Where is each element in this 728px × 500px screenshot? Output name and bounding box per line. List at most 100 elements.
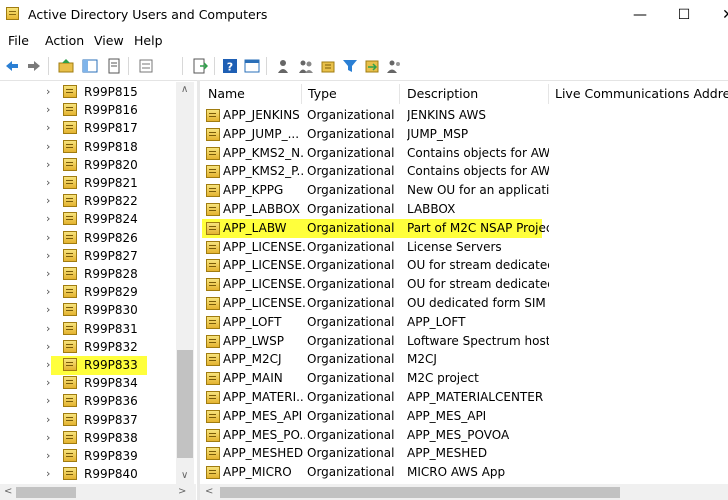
tree-item[interactable]: › R99P832: [0, 338, 180, 356]
column-header-live-communications-address[interactable]: Live Communications Address: [555, 86, 728, 101]
tree-item[interactable]: › R99P816: [0, 101, 180, 119]
expand-chevron-icon[interactable]: ›: [46, 121, 50, 134]
list-view-icon[interactable]: [138, 58, 154, 74]
filter-icon[interactable]: [342, 58, 358, 74]
expand-chevron-icon[interactable]: ›: [46, 431, 50, 444]
list-hscroll-thumb[interactable]: [220, 487, 620, 498]
tree-item[interactable]: › R99P815: [0, 83, 180, 101]
expand-chevron-icon[interactable]: ›: [46, 158, 50, 171]
tree-item[interactable]: › R99P838: [0, 429, 180, 447]
expand-chevron-icon[interactable]: ›: [46, 103, 50, 116]
add-to-group-icon[interactable]: [364, 58, 380, 74]
menu-file[interactable]: File: [8, 33, 29, 48]
tree-item[interactable]: › R99P831: [0, 320, 180, 338]
expand-chevron-icon[interactable]: ›: [46, 322, 50, 335]
tree-item[interactable]: › R99P828: [0, 265, 180, 283]
tree-item[interactable]: › R99P830: [0, 301, 180, 319]
tree-vertical-scrollbar[interactable]: ∧ ∨: [176, 82, 194, 484]
list-row[interactable]: APP_LOFT Organizational ... APP_LOFT: [200, 313, 728, 332]
close-button[interactable]: ✕: [708, 2, 728, 28]
list-row[interactable]: APP_KMS2_N...Organizational ... Contains …: [200, 144, 728, 163]
tree-item[interactable]: › R99P820: [0, 156, 180, 174]
expand-chevron-icon[interactable]: ›: [46, 394, 50, 407]
column-header-name[interactable]: Name: [208, 86, 245, 101]
list-row[interactable]: APP_LWSP Organizational ... Loftware Spect…: [200, 332, 728, 351]
tree-scroll-thumb[interactable]: [177, 350, 193, 458]
add-group-icon[interactable]: [298, 58, 314, 74]
expand-chevron-icon[interactable]: ›: [46, 340, 50, 353]
column-divider[interactable]: [399, 84, 400, 104]
back-icon[interactable]: [4, 58, 20, 74]
tree-item[interactable]: › R99P821: [0, 174, 180, 192]
list-row[interactable]: APP_LICENSE...Organizational ... OU dedic…: [200, 294, 728, 313]
tree-item[interactable]: › R99P818: [0, 138, 180, 156]
tree-item[interactable]: › R99P836: [0, 392, 180, 410]
delegate-control-icon[interactable]: [386, 58, 402, 74]
tree-item[interactable]: › R99P817: [0, 119, 180, 137]
expand-chevron-icon[interactable]: ›: [46, 467, 50, 480]
properties-icon[interactable]: [106, 58, 122, 74]
list-row[interactable]: APP_LABBOX Organizational ... LABBOX: [200, 200, 728, 219]
tree-item[interactable]: › R99P824: [0, 210, 180, 228]
list-row[interactable]: APP_MATERI...Organizational ... APP_MATER…: [200, 388, 728, 407]
menu-view[interactable]: View: [94, 33, 124, 48]
tree-hscroll-thumb[interactable]: [16, 487, 76, 498]
list-row[interactable]: APP_MESHEDOrganizational ...APP_MESHED: [200, 444, 728, 463]
list-row[interactable]: APP_JUMP_... Organizational ... JUMP_MSP: [200, 125, 728, 144]
export-list-icon[interactable]: [192, 58, 208, 74]
add-user-icon[interactable]: [276, 58, 292, 74]
scroll-right-icon[interactable]: >: [178, 486, 186, 497]
list-row[interactable]: APP_MES_API Organizational ... APP_MES_API: [200, 407, 728, 426]
menu-help[interactable]: Help: [134, 33, 163, 48]
scroll-left-icon[interactable]: <: [4, 486, 12, 497]
list-horizontal-scrollbar[interactable]: <: [200, 484, 728, 500]
list-row[interactable]: APP_MES_PO...Organizational ... APP_MES_P…: [200, 426, 728, 445]
expand-chevron-icon[interactable]: ›: [46, 212, 50, 225]
expand-chevron-icon[interactable]: ›: [46, 231, 50, 244]
list-row[interactable]: APP_M2CJ Organizational ... M2CJ: [200, 350, 728, 369]
list-row[interactable]: APP_KMS2_P...Organizational ... Contains …: [200, 162, 728, 181]
tree-item[interactable]: › R99P829: [0, 283, 180, 301]
list-row[interactable]: APP_MAIN Organizational ... M2C project: [200, 369, 728, 388]
show-hide-console-tree-icon[interactable]: [82, 58, 98, 74]
expand-chevron-icon[interactable]: ›: [46, 194, 50, 207]
list-row[interactable]: APP_LICENSE...Organizational ... OU for s…: [200, 256, 728, 275]
tree-item[interactable]: › R99P834: [0, 374, 180, 392]
up-folder-icon[interactable]: [58, 58, 74, 74]
list-row[interactable]: APP_LICENSE...Organizational ... License …: [200, 238, 728, 257]
tree-item[interactable]: › R99P833: [0, 356, 180, 375]
expand-chevron-icon[interactable]: ›: [46, 267, 50, 280]
help-icon[interactable]: ?: [222, 58, 238, 74]
column-header-description[interactable]: Description: [407, 86, 478, 101]
expand-chevron-icon[interactable]: ›: [46, 176, 50, 189]
expand-chevron-icon[interactable]: ›: [46, 285, 50, 298]
tree-item[interactable]: › R99P826: [0, 229, 180, 247]
list-row[interactable]: APP_MICRO Organizational ... MICRO AWS App: [200, 463, 728, 482]
tree-item[interactable]: › R99P822: [0, 192, 180, 210]
forward-icon[interactable]: [26, 58, 42, 74]
tree-item[interactable]: › R99P840: [0, 465, 180, 483]
list-row[interactable]: APP_LABW Organizational ... Part of M2C NS…: [200, 218, 728, 238]
scroll-up-icon[interactable]: ∧: [181, 84, 188, 95]
expand-chevron-icon[interactable]: ›: [46, 358, 50, 371]
expand-chevron-icon[interactable]: ›: [46, 303, 50, 316]
console-icon[interactable]: [244, 58, 260, 74]
expand-chevron-icon[interactable]: ›: [46, 249, 50, 262]
expand-chevron-icon[interactable]: ›: [46, 449, 50, 462]
tree-item[interactable]: › R99P827: [0, 247, 180, 265]
column-header-type[interactable]: Type: [308, 86, 337, 101]
scroll-down-icon[interactable]: ∨: [181, 470, 188, 481]
tree-item[interactable]: › R99P839: [0, 447, 180, 465]
expand-chevron-icon[interactable]: ›: [46, 85, 50, 98]
list-row[interactable]: APP_JENKINS Organizational ... JENKINS AWS: [200, 106, 728, 125]
scroll-left-icon[interactable]: <: [205, 486, 213, 497]
minimize-button[interactable]: —: [620, 2, 660, 28]
column-divider[interactable]: [548, 84, 549, 104]
tree-item[interactable]: › R99P837: [0, 411, 180, 429]
expand-chevron-icon[interactable]: ›: [46, 413, 50, 426]
list-row[interactable]: APP_KPPG Organizational ... New OU for an …: [200, 181, 728, 200]
list-row[interactable]: APP_LICENSE...Organizational ... OU for s…: [200, 275, 728, 294]
expand-chevron-icon[interactable]: ›: [46, 376, 50, 389]
expand-chevron-icon[interactable]: ›: [46, 140, 50, 153]
tree-horizontal-scrollbar[interactable]: < >: [0, 484, 196, 500]
